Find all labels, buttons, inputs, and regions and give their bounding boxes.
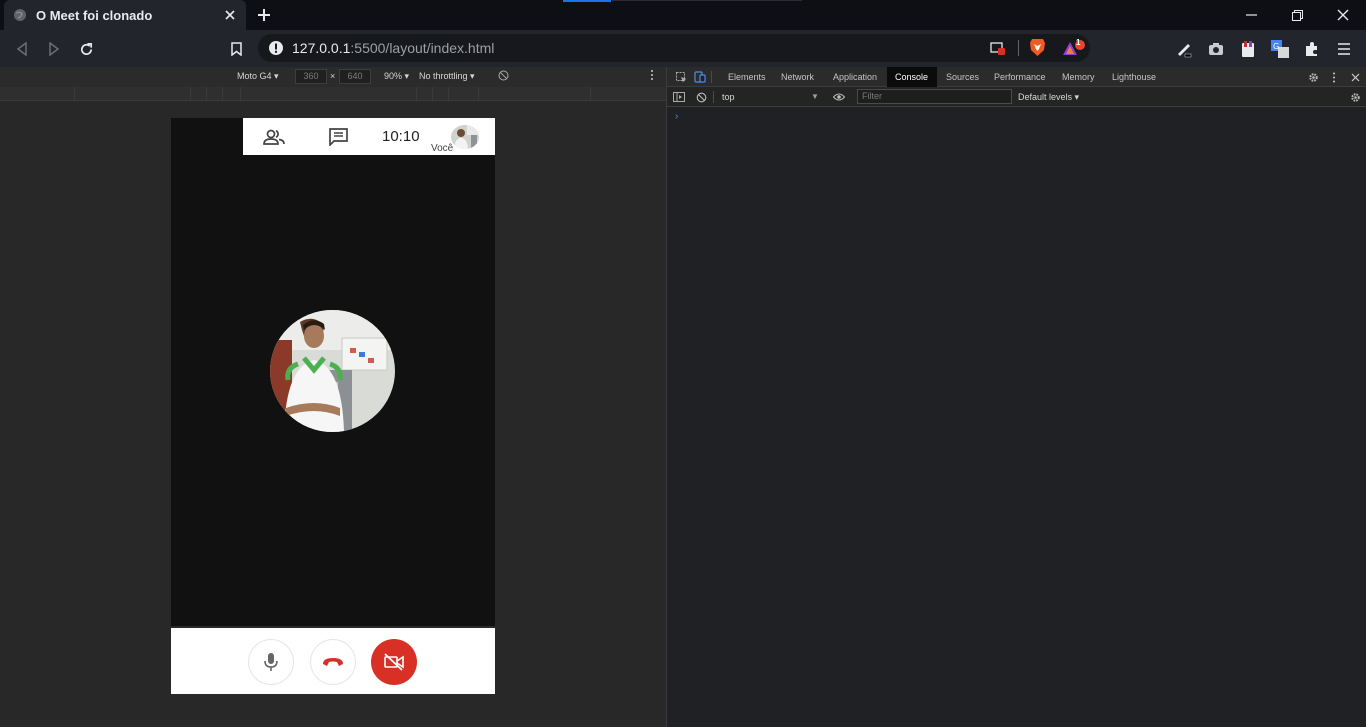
device-name: Moto G4 (237, 71, 272, 81)
tab-strip: O Meet foi clonado (0, 0, 1366, 30)
media-query-ruler (0, 87, 666, 101)
translate-extension-icon[interactable]: G (1269, 38, 1291, 60)
devtools-close-icon[interactable] (1348, 70, 1362, 84)
throttling-select[interactable]: No throttling ▾ (419, 71, 475, 82)
hang-up-button[interactable] (310, 639, 356, 685)
reload-icon[interactable] (75, 38, 97, 60)
brave-rewards-icon[interactable] (1062, 40, 1086, 63)
log-levels-select[interactable]: Default levels ▾ (1018, 92, 1079, 103)
zoom-select[interactable]: 90% ▾ (384, 71, 409, 82)
caret-down-icon: ▼ (811, 92, 819, 101)
omnibox-divider (1018, 40, 1019, 56)
rewards-badge: 1 (1076, 38, 1081, 47)
self-label: Você (431, 143, 454, 154)
tab-strip-indicator (563, 0, 611, 2)
minimize-icon[interactable] (1228, 0, 1274, 30)
caret-down-icon: ▾ (274, 71, 279, 81)
url-text: 127.0.0.1:5500/layout/index.html (292, 40, 494, 56)
participants-icon[interactable] (262, 126, 286, 148)
extensions-puzzle-icon[interactable] (1301, 38, 1323, 60)
settings-gear-icon[interactable] (1306, 70, 1320, 84)
bookmark-icon[interactable] (225, 38, 247, 60)
camera-extension-icon[interactable] (1205, 38, 1227, 60)
phone-viewport: 10:10 Você (171, 118, 495, 694)
tab-elements[interactable]: Elements (720, 67, 774, 87)
browser-toolbar: 127.0.0.1:5500/layout/index.html 1 G (0, 30, 1366, 67)
meet-header: 10:10 Você (243, 118, 495, 155)
chat-icon[interactable] (326, 126, 350, 148)
console-settings-icon[interactable] (1348, 90, 1362, 104)
console-prompt[interactable]: › (675, 111, 678, 122)
forward-icon[interactable] (43, 38, 65, 60)
address-bar[interactable]: 127.0.0.1:5500/layout/index.html 1 (258, 34, 1090, 62)
microphone-icon (264, 653, 278, 671)
device-toggle-icon[interactable] (693, 70, 707, 84)
inspect-element-icon[interactable] (674, 70, 688, 84)
device-more-icon[interactable] (650, 69, 654, 83)
devtools-tabbar: Elements Network Application Console Sou… (667, 67, 1366, 87)
device-height-input[interactable]: 640 (339, 69, 371, 84)
rotate-disabled-icon[interactable] (498, 70, 509, 83)
back-icon[interactable] (11, 38, 33, 60)
browser-tab[interactable]: O Meet foi clonado (4, 0, 246, 30)
camera-off-icon (384, 653, 404, 671)
clipboard-extension-icon[interactable] (1237, 38, 1259, 60)
tab-sources[interactable]: Sources (938, 67, 987, 87)
console-filter-input[interactable]: Filter (857, 89, 1012, 104)
tab-console[interactable]: Console (887, 67, 937, 87)
call-controls (171, 626, 495, 694)
log-levels-value: Default levels (1018, 92, 1073, 102)
svg-text:G: G (1273, 42, 1279, 51)
tab-lighthouse[interactable]: Lighthouse (1104, 67, 1164, 87)
self-avatar[interactable] (451, 125, 479, 149)
throttling-value: No throttling (419, 71, 468, 81)
device-width-input[interactable]: 360 (295, 69, 327, 84)
restore-icon[interactable] (1274, 0, 1320, 30)
tab-memory[interactable]: Memory (1054, 67, 1103, 87)
microphone-button[interactable] (248, 639, 294, 685)
new-tab-icon[interactable] (254, 5, 274, 25)
dimension-separator: × (330, 71, 336, 81)
participant-avatar (270, 310, 395, 432)
info-icon[interactable] (268, 40, 284, 61)
context-select[interactable]: top (722, 92, 735, 102)
meeting-time: 10:10 (382, 128, 420, 145)
hang-up-icon (323, 658, 343, 666)
tab-title: O Meet foi clonado (36, 7, 153, 23)
devtools-more-icon[interactable] (1327, 70, 1341, 84)
blocked-popup-icon[interactable] (990, 40, 1006, 61)
tab-network[interactable]: Network (773, 67, 822, 87)
url-host: 127.0.0.1 (292, 40, 351, 56)
device-select[interactable]: Moto G4 ▾ (237, 71, 279, 82)
zoom-value: 90% (384, 71, 403, 81)
eye-icon[interactable] (832, 90, 846, 104)
close-tab-icon[interactable] (222, 7, 238, 23)
sidebar-toggle-icon[interactable] (672, 90, 686, 104)
clear-console-icon[interactable] (694, 90, 708, 104)
globe-icon (12, 7, 28, 23)
url-path: :5500/layout/index.html (350, 40, 495, 56)
tab-performance[interactable]: Performance (986, 67, 1054, 87)
menu-icon[interactable] (1333, 38, 1355, 60)
caret-down-icon: ▾ (404, 71, 410, 81)
tab-application[interactable]: Application (825, 67, 885, 87)
tab-divider (711, 71, 712, 83)
close-window-icon[interactable] (1320, 0, 1366, 30)
camera-off-button[interactable] (371, 639, 417, 685)
brave-shields-icon[interactable] (1029, 38, 1046, 62)
caret-down-icon: ▾ (470, 71, 475, 81)
device-toolbar: Moto G4 ▾ 360 × 640 90% ▾ No throttling … (0, 67, 666, 87)
console-toolbar: top ▼ Filter Default levels ▾ (667, 87, 1366, 107)
pen-extension-icon[interactable] (1173, 38, 1195, 60)
tab-strip-divider (612, 0, 802, 1)
console-divider (713, 91, 714, 103)
caret-down-icon: ▾ (1074, 92, 1080, 102)
devtools-panel: Elements Network Application Console Sou… (666, 67, 1366, 727)
